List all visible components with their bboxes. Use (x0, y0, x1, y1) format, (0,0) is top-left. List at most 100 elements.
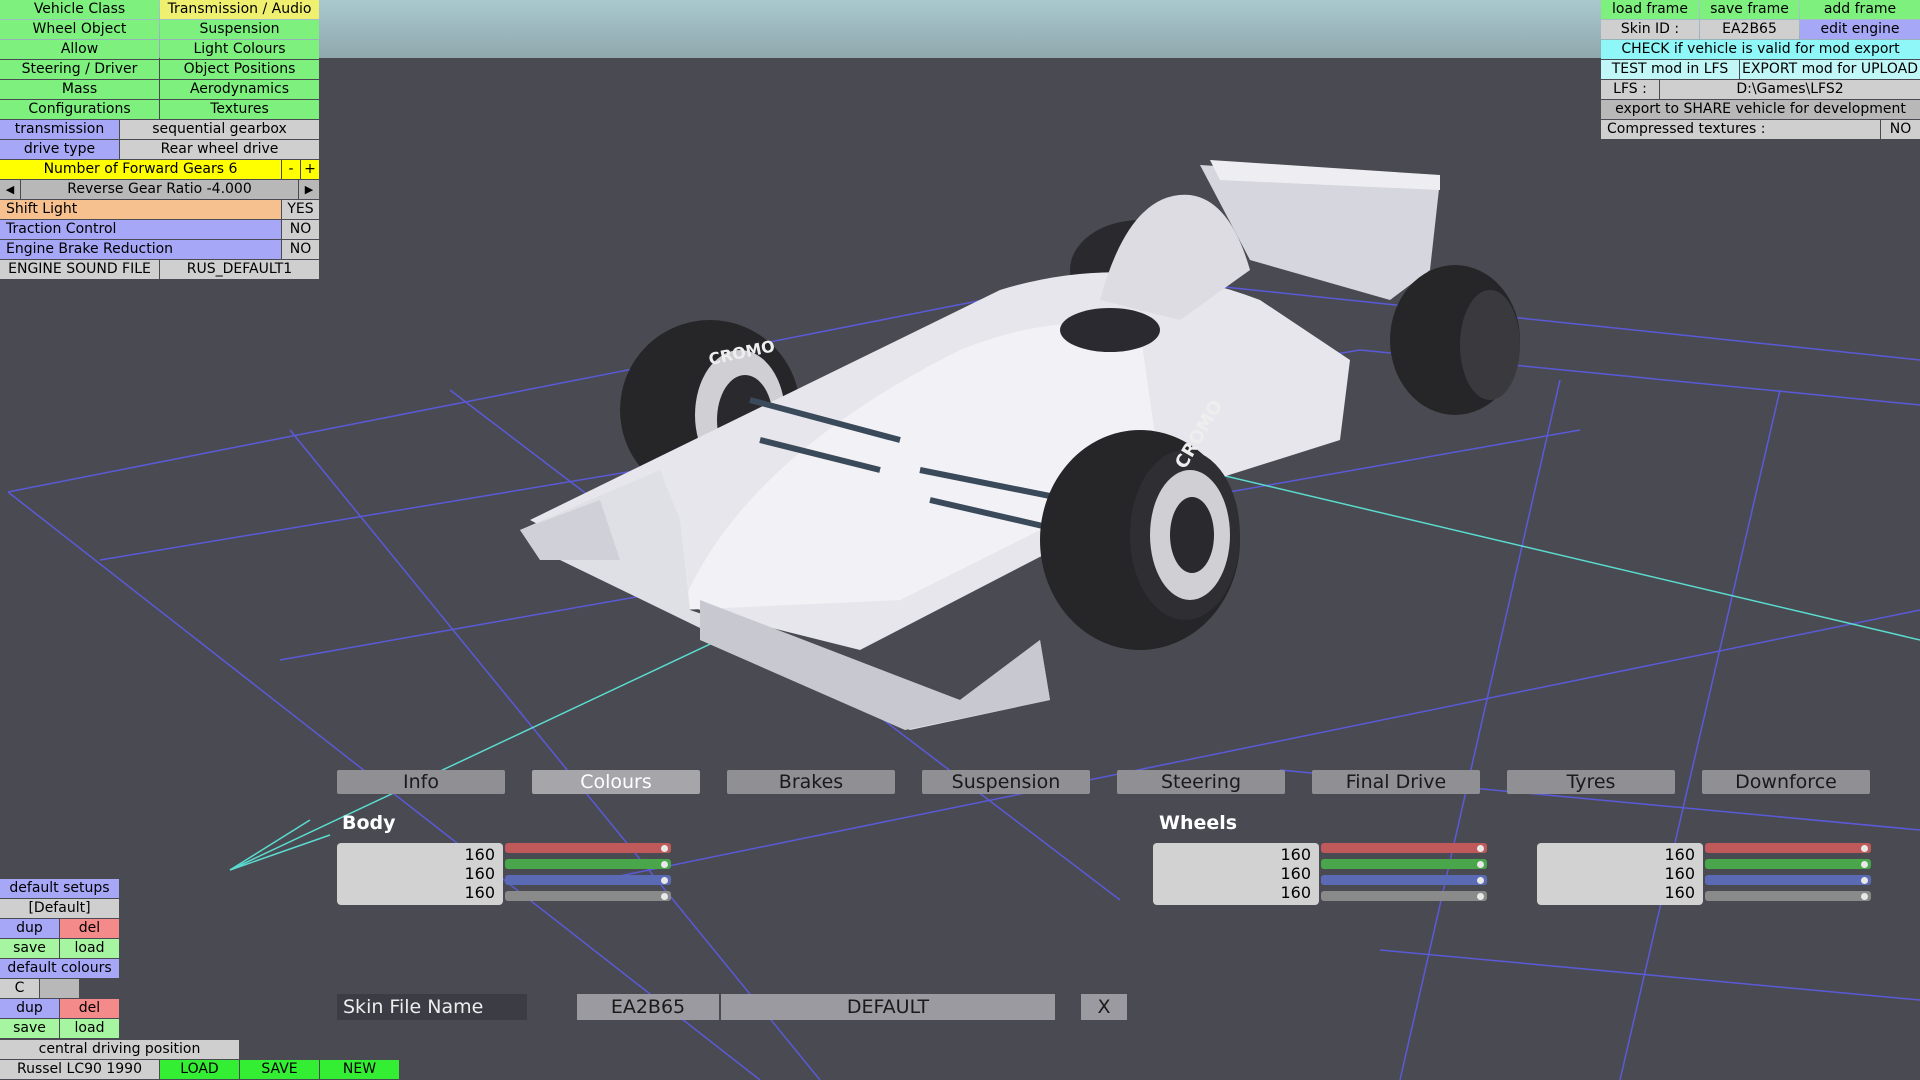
colour-load-button[interactable]: load (60, 1019, 119, 1038)
wheels-primary-slider-green[interactable] (1321, 859, 1487, 869)
slider-handle[interactable] (661, 893, 668, 900)
reverse-gear-ratio: Reverse Gear Ratio -4.000 (21, 180, 298, 199)
colour-list-item-blank[interactable] (40, 979, 79, 998)
setup-del-button[interactable]: del (60, 919, 119, 938)
traction-control-label: Traction Control (0, 220, 281, 239)
export-mod-button[interactable]: EXPORT mod for UPLOAD (1740, 60, 1920, 79)
tab-mass[interactable]: Mass (0, 80, 159, 99)
load-frame-button[interactable]: load frame (1601, 0, 1699, 19)
tab-downforce[interactable]: Downforce (1702, 770, 1870, 794)
test-mod-button[interactable]: TEST mod in LFS (1601, 60, 1739, 79)
setup-load-button[interactable]: load (60, 939, 119, 958)
vehicle-name: Russel LC90 1990 (0, 1060, 159, 1079)
wheels-primary-slider-red[interactable] (1321, 843, 1487, 853)
gears-increase-button[interactable]: + (301, 160, 319, 179)
slider-handle[interactable] (1861, 845, 1868, 852)
lfs-path-value[interactable]: D:\Games\LFS2 (1660, 80, 1920, 99)
edit-engine-button[interactable]: edit engine (1800, 20, 1920, 39)
body-slider-red[interactable] (505, 843, 671, 853)
slider-handle[interactable] (1477, 893, 1484, 900)
wheels-primary-channel-value: 160 (1280, 883, 1311, 902)
wheels-secondary-channel-value: 160 (1664, 864, 1695, 883)
slider-handle[interactable] (1477, 877, 1484, 884)
engine-brake-reduction-toggle[interactable]: NO (282, 240, 319, 259)
tab-colours[interactable]: Colours (532, 770, 700, 794)
wheels-secondary-slider-red[interactable] (1705, 843, 1871, 853)
compressed-textures-toggle[interactable]: NO (1881, 120, 1920, 139)
tab-tyres[interactable]: Tyres (1507, 770, 1675, 794)
wheels-primary-rgb-values[interactable]: 160 160 160 (1153, 843, 1319, 905)
lfs-path-label: LFS : (1601, 80, 1659, 99)
vehicle-save-button[interactable]: SAVE (240, 1060, 319, 1079)
colour-save-button[interactable]: save (0, 1019, 59, 1038)
tab-configurations[interactable]: Configurations (0, 100, 159, 119)
tab-textures[interactable]: Textures (160, 100, 319, 119)
skin-id-field[interactable]: EA2B65 (577, 994, 719, 1020)
tab-aerodynamics[interactable]: Aerodynamics (160, 80, 319, 99)
skin-id-value: EA2B65 (1700, 20, 1799, 39)
check-valid-button[interactable]: CHECK if vehicle is valid for mod export (1601, 40, 1920, 59)
body-slider-green[interactable] (505, 859, 671, 869)
tab-steering[interactable]: Steering (1117, 770, 1285, 794)
wheels-primary-slider-alpha[interactable] (1321, 891, 1487, 901)
tab-vehicle-class[interactable]: Vehicle Class (0, 0, 159, 19)
central-driving-position-toggle[interactable]: central driving position (0, 1040, 239, 1059)
slider-handle[interactable] (661, 877, 668, 884)
default-setups-label: default setups (0, 879, 119, 898)
wheels-secondary-slider-blue[interactable] (1705, 875, 1871, 885)
slider-handle[interactable] (1861, 877, 1868, 884)
traction-control-toggle[interactable]: NO (282, 220, 319, 239)
formula-car-model: CROMO CROMO (520, 160, 1520, 730)
engine-sound-file-label: ENGINE SOUND FILE (0, 260, 159, 279)
colour-list-item[interactable]: C (0, 979, 39, 998)
tab-transmission-audio[interactable]: Transmission / Audio (160, 0, 319, 19)
wheels-secondary-rgb-values[interactable]: 160 160 160 (1537, 843, 1703, 905)
tab-object-positions[interactable]: Object Positions (160, 60, 319, 79)
add-frame-button[interactable]: add frame (1800, 0, 1920, 19)
colour-dup-button[interactable]: dup (0, 999, 59, 1018)
tab-light-colours[interactable]: Light Colours (160, 40, 319, 59)
vehicle-load-button[interactable]: LOAD (160, 1060, 239, 1079)
tab-final-drive[interactable]: Final Drive (1312, 770, 1480, 794)
slider-handle[interactable] (1477, 845, 1484, 852)
transmission-value[interactable]: sequential gearbox (120, 120, 319, 139)
body-rgb-values[interactable]: 160 160 160 (337, 843, 503, 905)
wheels-secondary-slider-alpha[interactable] (1705, 891, 1871, 901)
wheels-primary-slider-blue[interactable] (1321, 875, 1487, 885)
body-slider-alpha[interactable] (505, 891, 671, 901)
engine-brake-reduction-label: Engine Brake Reduction (0, 240, 281, 259)
tab-allow[interactable]: Allow (0, 40, 159, 59)
slider-handle[interactable] (661, 861, 668, 868)
save-frame-button[interactable]: save frame (1700, 0, 1799, 19)
reverse-ratio-decrease-icon[interactable]: ◀ (0, 180, 20, 199)
shift-light-toggle[interactable]: YES (282, 200, 319, 219)
export-share-button[interactable]: export to SHARE vehicle for development (1601, 100, 1920, 119)
engine-sound-file-value[interactable]: RUS_DEFAULT1 (160, 260, 319, 279)
tab-info[interactable]: Info (337, 770, 505, 794)
gears-decrease-button[interactable]: - (282, 160, 300, 179)
colour-del-button[interactable]: del (60, 999, 119, 1018)
tab-suspension[interactable]: Suspension (922, 770, 1090, 794)
setup-save-button[interactable]: save (0, 939, 59, 958)
slider-handle[interactable] (1861, 861, 1868, 868)
slider-handle[interactable] (661, 845, 668, 852)
skin-id-label: Skin ID : (1601, 20, 1699, 39)
skin-name-field[interactable]: DEFAULT (721, 994, 1055, 1020)
tab-wheel-object[interactable]: Wheel Object (0, 20, 159, 39)
drive-type-value[interactable]: Rear wheel drive (120, 140, 319, 159)
setup-dup-button[interactable]: dup (0, 919, 59, 938)
slider-handle[interactable] (1477, 861, 1484, 868)
slider-handle[interactable] (1861, 893, 1868, 900)
tab-suspension[interactable]: Suspension (160, 20, 319, 39)
wheels-secondary-channel-value: 160 (1664, 845, 1695, 864)
drive-type-label: drive type (0, 140, 119, 159)
body-channel-value: 160 (464, 845, 495, 864)
skin-close-button[interactable]: X (1081, 994, 1127, 1020)
wheels-secondary-slider-green[interactable] (1705, 859, 1871, 869)
reverse-ratio-increase-icon[interactable]: ▶ (299, 180, 319, 199)
vehicle-new-button[interactable]: NEW (320, 1060, 399, 1079)
setup-list-item[interactable]: [Default] (0, 899, 119, 918)
tab-steering-driver[interactable]: Steering / Driver (0, 60, 159, 79)
body-slider-blue[interactable] (505, 875, 671, 885)
tab-brakes[interactable]: Brakes (727, 770, 895, 794)
